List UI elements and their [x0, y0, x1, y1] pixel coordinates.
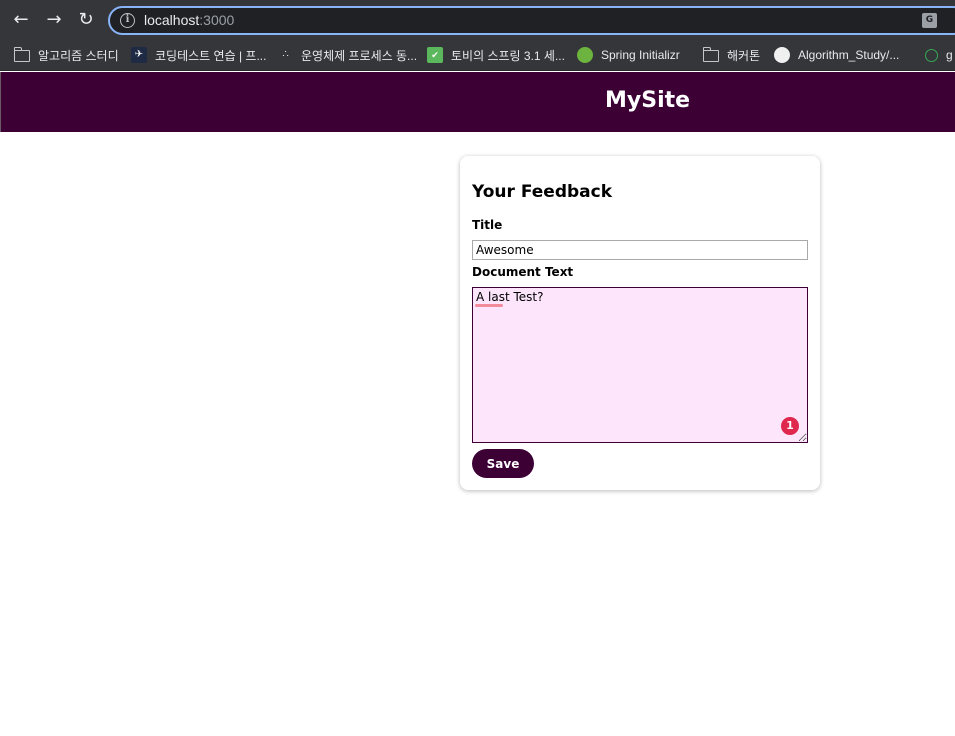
- folder-icon: [13, 47, 30, 62]
- bookmark-spring-initializr[interactable]: Spring Initializr: [577, 45, 680, 65]
- translate-icon[interactable]: G: [922, 13, 937, 28]
- folder-icon: [702, 47, 719, 62]
- feedback-card: Your Feedback Title Document Text A last…: [460, 156, 820, 490]
- back-arrow-icon[interactable]: ←: [9, 8, 33, 32]
- programmers-icon: ✈: [131, 47, 147, 63]
- info-icon[interactable]: i: [120, 13, 135, 28]
- reload-icon[interactable]: ↻: [74, 8, 98, 32]
- github-icon: [774, 47, 790, 63]
- bookmark-g[interactable]: g: [925, 45, 953, 65]
- site-title[interactable]: MySite: [605, 88, 690, 113]
- url-text[interactable]: localhost:3000: [144, 12, 234, 28]
- forward-arrow-icon[interactable]: →: [42, 8, 66, 32]
- bookmarks-bar: 알고리즘 스터디 ✈ 코딩테스트 연습 | 프... ∴ 운영체제 프로세스 동…: [0, 40, 955, 71]
- bookmark-os-process[interactable]: ∴ 운영체제 프로세스 동...: [277, 45, 417, 65]
- document-text-area[interactable]: A last Test?: [472, 287, 808, 443]
- bookmark-toby-spring[interactable]: ✔ 토비의 스프링 3.1 세...: [427, 45, 565, 65]
- document-text-label: Document Text: [472, 265, 574, 279]
- bookmark-algorithm-study[interactable]: 알고리즘 스터디: [13, 45, 119, 65]
- site-header: MySite: [0, 72, 955, 132]
- save-button[interactable]: Save: [472, 449, 534, 478]
- bookmark-hackathon[interactable]: 해커톤: [702, 45, 760, 65]
- spellcheck-underline: [475, 304, 503, 307]
- globe-icon: [925, 48, 938, 62]
- bookmark-coding-test[interactable]: ✈ 코딩테스트 연습 | 프...: [131, 45, 266, 65]
- browser-toolbar: ← → ↻ i localhost:3000 G: [0, 0, 955, 40]
- title-input[interactable]: [472, 240, 808, 260]
- tistory-icon: ∴: [282, 49, 288, 60]
- address-bar[interactable]: i localhost:3000 G: [108, 6, 955, 35]
- issue-count-badge[interactable]: 1: [781, 417, 799, 435]
- bookmark-algorithm-github[interactable]: Algorithm_Study/...: [774, 45, 899, 65]
- title-label: Title: [472, 218, 503, 232]
- book-icon: ✔: [427, 47, 443, 63]
- spring-icon: [577, 47, 593, 63]
- feedback-heading: Your Feedback: [472, 182, 613, 202]
